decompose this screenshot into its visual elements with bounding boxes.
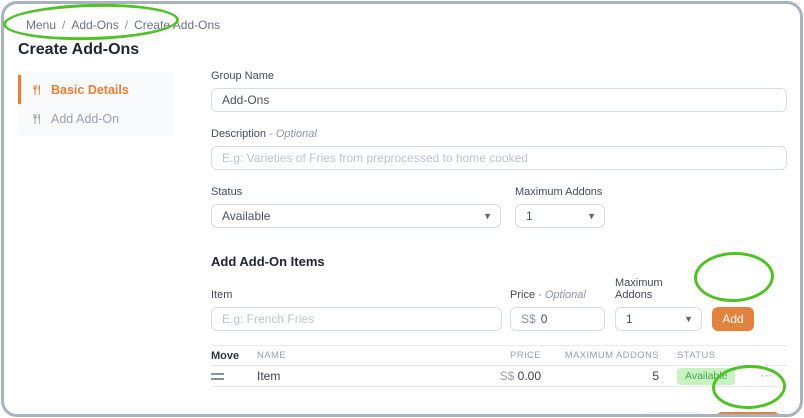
drag-handle-icon[interactable]	[211, 373, 224, 380]
items-table: Move NAME PRICE MAXIMUM ADDONS STATUS It…	[211, 345, 787, 387]
table-header-row: Move NAME PRICE MAXIMUM ADDONS STATUS	[211, 345, 787, 366]
row-maximum-addons-cell: 5	[652, 369, 659, 383]
utensils-icon	[31, 84, 43, 96]
row-price-prefix: S$	[499, 369, 515, 383]
row-move-cell	[211, 369, 257, 383]
utensils-icon	[31, 113, 43, 125]
row-actions-menu-icon[interactable]: ⋯	[760, 368, 774, 383]
status-row: Status Available ▼ Maximum Addons 1 ▼	[211, 186, 787, 228]
description-optional-text: - Optional	[269, 128, 317, 140]
price-label-text: Price	[510, 289, 536, 301]
sidebar: Basic Details Add Add-On	[18, 72, 174, 136]
chevron-down-icon: ▼	[587, 211, 596, 221]
item-maximum-addons-select[interactable]: 1 ▼	[615, 307, 702, 331]
item-maximum-addons-field-group: Maximum Addons 1 ▼	[615, 277, 702, 331]
form-area: Group Name Description - Optional Status…	[211, 70, 787, 414]
price-label: Price - Optional	[510, 289, 605, 301]
breadcrumb-menu[interactable]: Menu	[26, 18, 56, 32]
price-field-group: Price - Optional S$ 0	[510, 289, 605, 331]
breadcrumb-create-add-ons[interactable]: Create Add-Ons	[134, 18, 220, 32]
description-label: Description - Optional	[211, 128, 787, 140]
column-header-status: STATUS	[677, 350, 716, 361]
chevron-down-icon: ▼	[684, 314, 693, 324]
item-field-group: Item	[211, 289, 502, 331]
row-status-cell: Available	[659, 367, 747, 385]
status-select[interactable]: Available ▼	[211, 204, 501, 228]
add-item-row: Item Price - Optional S$ 0 Maximum Addon…	[211, 277, 787, 331]
footer-actions: Cancel Create	[211, 412, 787, 414]
row-price-value: 0.00	[517, 369, 541, 383]
item-label: Item	[211, 289, 233, 301]
description-field-group: Description - Optional	[211, 128, 787, 170]
item-input[interactable]	[211, 307, 502, 331]
group-name-input[interactable]	[211, 88, 787, 112]
item-maximum-addons-select-value: 1	[626, 312, 633, 326]
sidebar-item-label: Add Add-On	[51, 111, 120, 126]
breadcrumb-add-ons[interactable]: Add-Ons	[71, 18, 118, 32]
status-field-group: Status Available ▼	[211, 186, 501, 228]
currency-prefix: S$	[521, 312, 536, 326]
maximum-addons-select[interactable]: 1 ▼	[515, 204, 605, 228]
maximum-addons-select-value: 1	[526, 209, 533, 223]
status-label: Status	[211, 186, 243, 198]
row-name-cell: Item	[257, 369, 281, 383]
add-button[interactable]: Add	[712, 307, 754, 331]
maximum-addons-field-group: Maximum Addons 1 ▼	[515, 186, 605, 228]
breadcrumb: Menu / Add-Ons / Create Add-Ons	[26, 18, 220, 32]
cancel-button[interactable]: Cancel	[638, 412, 704, 414]
create-button[interactable]: Create	[715, 412, 780, 414]
description-label-text: Description	[211, 128, 267, 140]
item-maximum-addons-label: Maximum Addons	[615, 277, 663, 301]
chevron-down-icon: ▼	[483, 211, 492, 221]
price-input[interactable]: S$ 0	[510, 307, 605, 331]
price-value: 0	[540, 312, 548, 326]
breadcrumb-separator: /	[124, 18, 129, 32]
group-name-field-group: Group Name	[211, 70, 787, 112]
page-title: Create Add-Ons	[18, 41, 140, 58]
column-header-name: NAME	[257, 350, 287, 361]
maximum-addons-label: Maximum Addons	[515, 186, 603, 198]
price-optional-text: - Optional	[538, 289, 586, 301]
table-row: Item S$ 0.00 5 Available ⋯	[211, 366, 787, 387]
group-name-label: Group Name	[211, 70, 274, 82]
status-select-value: Available	[222, 209, 271, 223]
row-actions-cell: ⋯	[747, 368, 787, 384]
column-header-move: Move	[211, 349, 240, 362]
sidebar-item-add-add-on[interactable]: Add Add-On	[18, 104, 174, 133]
create-addons-page: Menu / Add-Ons / Create Add-Ons Create A…	[1, 1, 803, 417]
sidebar-item-label: Basic Details	[51, 82, 129, 97]
sidebar-item-basic-details[interactable]: Basic Details	[18, 75, 174, 104]
description-input[interactable]	[211, 146, 787, 170]
row-price-cell: S$ 0.00	[457, 369, 541, 383]
column-header-maximum-addons: MAXIMUM ADDONS	[564, 350, 659, 361]
status-badge: Available	[677, 367, 736, 385]
column-header-price: PRICE	[509, 350, 541, 361]
breadcrumb-separator: /	[62, 18, 66, 32]
add-add-on-items-heading: Add Add-On Items	[211, 254, 325, 269]
